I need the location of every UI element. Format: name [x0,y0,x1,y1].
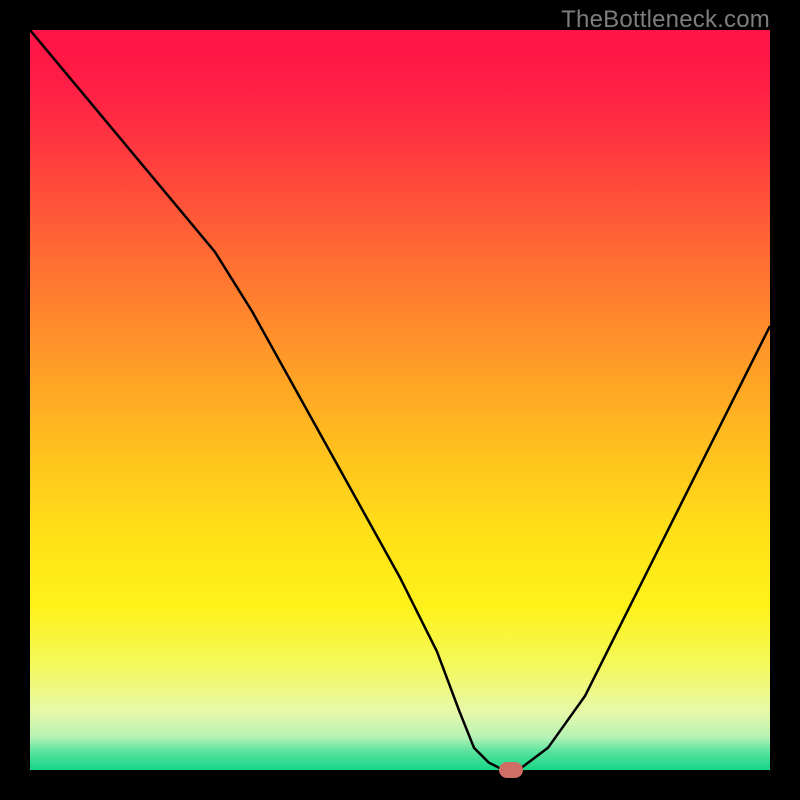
bottleneck-curve [30,30,770,770]
optimum-marker [499,762,523,778]
plot-area [30,30,770,770]
chart-stage: TheBottleneck.com [0,0,800,800]
curve-layer [30,30,770,770]
